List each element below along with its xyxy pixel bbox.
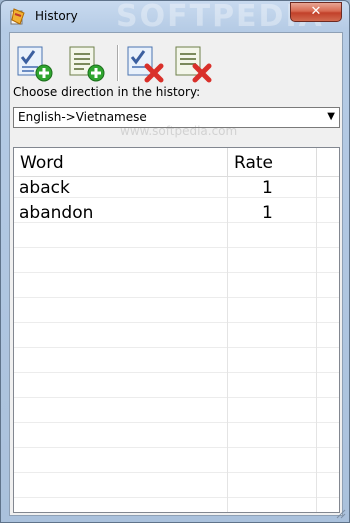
header-divider[interactable]	[316, 148, 317, 176]
list-add-icon	[69, 46, 105, 82]
header-divider[interactable]	[227, 148, 228, 176]
table-row[interactable]: aback 1	[14, 177, 339, 201]
chevron-down-icon[interactable]: ▼	[327, 111, 335, 122]
column-header-rate[interactable]: Rate	[234, 153, 273, 173]
cell-word: aback	[19, 178, 70, 198]
cell-rate: 1	[262, 203, 273, 223]
check-list-add-icon	[17, 46, 53, 82]
table-header: Word Rate	[14, 148, 339, 177]
toolbar-separator	[117, 45, 119, 81]
list-delete-icon	[175, 46, 212, 83]
check-list-delete-icon	[127, 46, 164, 83]
resize-grip-icon[interactable]	[336, 509, 346, 519]
toolbar	[14, 43, 314, 85]
delete-all-button[interactable]	[172, 43, 212, 83]
add-all-button[interactable]	[66, 43, 106, 83]
table-row[interactable]: abandon 1	[14, 202, 339, 226]
cell-word: abandon	[19, 203, 94, 223]
direction-selected: English->Vietnamese	[18, 110, 147, 124]
add-selected-button[interactable]	[14, 43, 54, 83]
title-bar[interactable]: History SOFTPEDIA ✕	[1, 0, 349, 34]
client-area: Choose direction in the history: English…	[9, 32, 343, 516]
window-title: History	[35, 9, 78, 23]
direction-label: Choose direction in the history:	[13, 85, 201, 99]
history-table[interactable]: Word Rate aback 1 abandon 1	[13, 147, 340, 513]
delete-selected-button[interactable]	[124, 43, 164, 83]
cell-rate: 1	[262, 178, 273, 198]
app-icon	[10, 8, 25, 25]
close-button[interactable]: ✕	[290, 2, 342, 22]
softpedia-url-watermark: www.softpedia.com	[120, 124, 238, 138]
column-header-word[interactable]: Word	[20, 153, 64, 173]
history-window: History SOFTPEDIA ✕ Choose direction in …	[0, 0, 350, 523]
